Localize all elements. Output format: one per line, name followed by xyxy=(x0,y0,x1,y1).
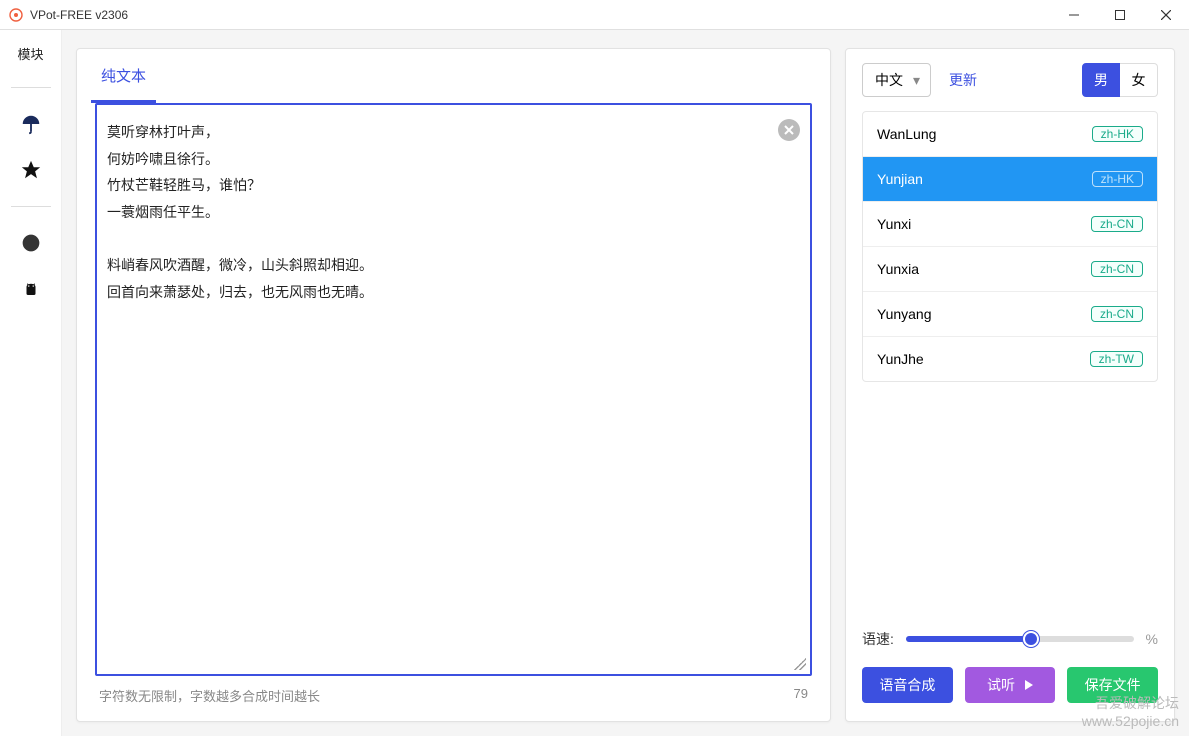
locale-badge: zh-CN xyxy=(1091,306,1143,322)
star-icon[interactable] xyxy=(19,158,43,182)
gender-female-button[interactable]: 女 xyxy=(1120,63,1158,97)
titlebar: VPot-FREE v2306 xyxy=(0,0,1189,30)
locale-badge: zh-HK xyxy=(1092,171,1143,187)
gender-toggle: 男 女 xyxy=(1082,63,1158,97)
maximize-button[interactable] xyxy=(1097,0,1143,29)
locale-badge: zh-TW xyxy=(1090,351,1143,367)
chevron-down-icon: ▾ xyxy=(913,72,920,89)
tab-plain-text[interactable]: 纯文本 xyxy=(91,53,156,103)
update-link[interactable]: 更新 xyxy=(949,70,1064,90)
voice-item[interactable]: Yunjian zh-HK xyxy=(863,157,1157,202)
locale-badge: zh-CN xyxy=(1091,261,1143,277)
voice-name: Yunyang xyxy=(877,306,932,322)
voice-name: Yunxi xyxy=(877,216,911,232)
sidebar: 模块 xyxy=(0,30,62,736)
voice-name: Yunjian xyxy=(877,171,923,187)
speed-unit: % xyxy=(1146,631,1158,647)
sidebar-separator xyxy=(11,87,51,88)
android-icon[interactable] xyxy=(19,277,43,301)
sidebar-label-modules: 模块 xyxy=(17,44,43,63)
language-select-value: 中文 xyxy=(875,70,903,90)
text-input-panel: 纯文本 字符数无限制，字数越多合成时间越长 79 xyxy=(76,48,831,722)
app-icon xyxy=(8,7,24,23)
sidebar-separator xyxy=(11,206,51,207)
window-title: VPot-FREE v2306 xyxy=(30,8,1051,22)
voice-item[interactable]: Yunyang zh-CN xyxy=(863,292,1157,337)
slider-fill xyxy=(906,636,1031,642)
close-button[interactable] xyxy=(1143,0,1189,29)
locale-badge: zh-CN xyxy=(1091,216,1143,232)
locale-badge: zh-HK xyxy=(1092,126,1143,142)
voice-settings-panel: 中文 ▾ 更新 男 女 WanLung zh-HK Yunjian zh-HK Yunx… xyxy=(845,48,1175,722)
voice-name: YunJhe xyxy=(877,351,924,367)
voice-item[interactable]: YunJhe zh-TW xyxy=(863,337,1157,381)
save-file-button[interactable]: 保存文件 xyxy=(1067,667,1158,703)
aperture-icon[interactable] xyxy=(19,231,43,255)
speed-label: 语速: xyxy=(862,629,894,649)
preview-button-label: 试听 xyxy=(987,675,1015,695)
voice-name: Yunxia xyxy=(877,261,919,277)
text-input[interactable] xyxy=(97,105,810,674)
preview-button[interactable]: 试听 xyxy=(965,667,1056,703)
voice-list: WanLungzh-HKYunjianzh-HKYunxizh-CNYunxia… xyxy=(862,111,1158,382)
minimize-button[interactable] xyxy=(1051,0,1097,29)
speed-slider[interactable] xyxy=(906,636,1134,642)
voice-item[interactable]: Yunxia zh-CN xyxy=(863,247,1157,292)
voice-name: WanLung xyxy=(877,126,936,142)
umbrella-icon[interactable] xyxy=(19,112,43,136)
resize-grip-icon[interactable] xyxy=(794,658,806,670)
char-limit-hint: 字符数无限制，字数越多合成时间越长 xyxy=(99,686,320,705)
clear-text-button[interactable] xyxy=(778,119,800,141)
voice-item[interactable]: Yunxi zh-CN xyxy=(863,202,1157,247)
voice-item[interactable]: WanLung zh-HK xyxy=(863,112,1157,157)
gender-male-button[interactable]: 男 xyxy=(1082,63,1120,97)
play-icon xyxy=(1025,680,1033,690)
char-count: 79 xyxy=(794,686,808,705)
slider-thumb[interactable] xyxy=(1023,631,1039,647)
synthesize-button[interactable]: 语音合成 xyxy=(862,667,953,703)
language-select[interactable]: 中文 ▾ xyxy=(862,63,931,97)
